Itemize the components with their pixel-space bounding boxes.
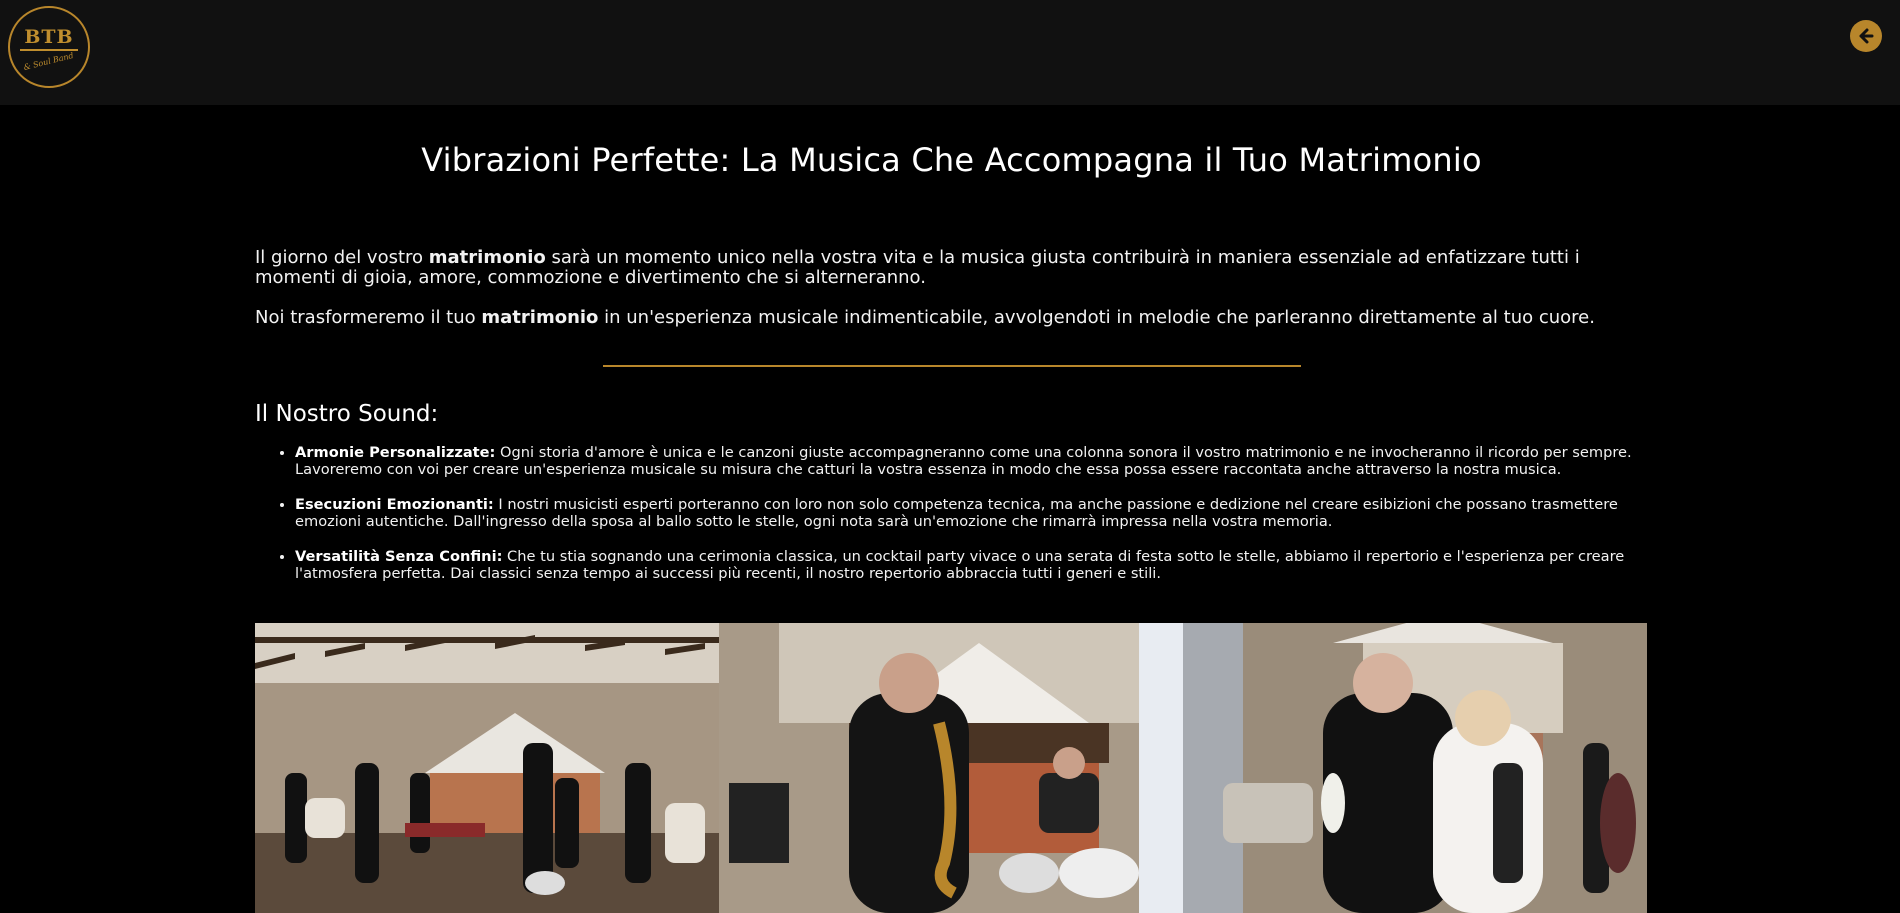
logo-subtext: & Soul Band: [23, 50, 75, 73]
intro-paragraph-2: Noi trasformeremo il tuo matrimonio in u…: [255, 307, 1595, 328]
page-title: Vibrazioni Perfette: La Musica Che Accom…: [421, 141, 1482, 179]
couple-dancing-photo[interactable]: [1183, 623, 1647, 913]
features-list: Armonie Personalizzate: Ogni storia d'am…: [255, 444, 1648, 601]
arrow-left-circle-icon: [1859, 28, 1874, 44]
section-divider: [603, 365, 1301, 367]
band-performing-photo[interactable]: [255, 623, 719, 913]
band-logo[interactable]: BTB & Soul Band: [8, 6, 90, 88]
top-bar: BTB & Soul Band: [0, 0, 1900, 105]
photo-gallery: [255, 623, 1648, 913]
logo-monogram: BTB: [20, 28, 78, 51]
list-item: Armonie Personalizzate: Ogni storia d'am…: [295, 444, 1648, 478]
list-item: Esecuzioni Emozionanti: I nostri musicis…: [295, 496, 1648, 530]
saxophonist-photo[interactable]: [719, 623, 1183, 913]
list-item: Versatilità Senza Confini: Che tu stia s…: [295, 548, 1648, 582]
intro-paragraph-1: Il giorno del vostro matrimonio sarà un …: [255, 247, 1580, 288]
intro-text: Il giorno del vostro matrimonio sarà un …: [255, 248, 1648, 348]
section-title: Il Nostro Sound:: [255, 401, 439, 427]
back-button[interactable]: [1850, 20, 1882, 52]
